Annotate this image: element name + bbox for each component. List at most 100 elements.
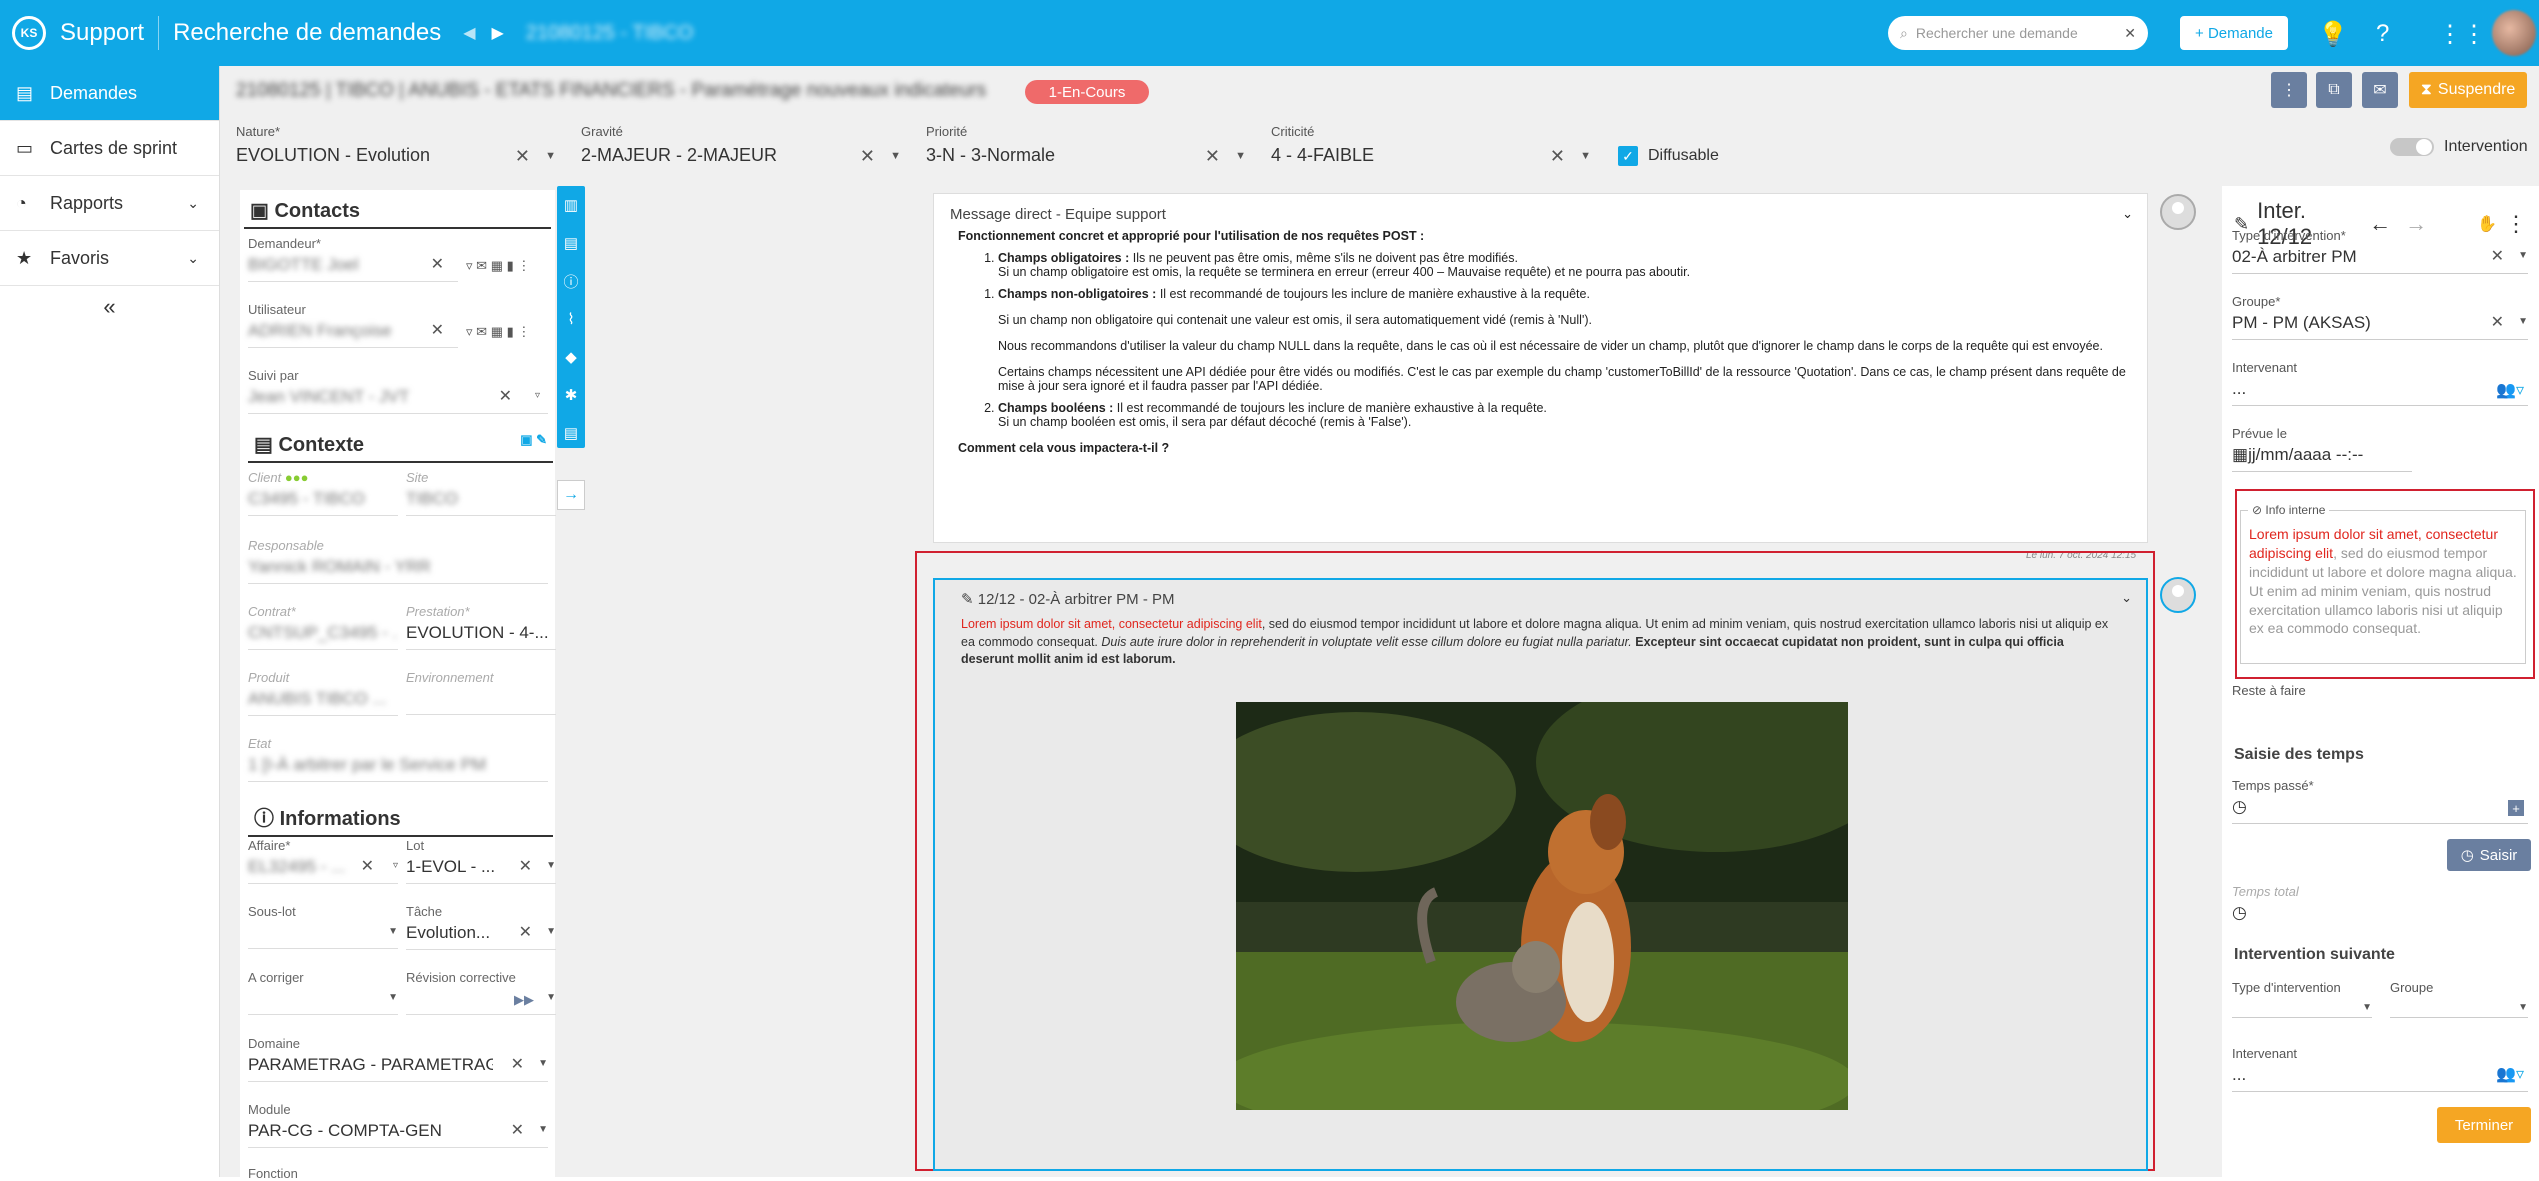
chevron-down-icon[interactable]: ⌄ [2121, 590, 2132, 606]
search-input[interactable]: ⌕ Rechercher une demande ✕ [1888, 16, 2148, 50]
checkbox-checked-icon[interactable]: ✓ [1618, 146, 1638, 166]
clear-icon[interactable]: ✕ [2491, 312, 2504, 332]
back-arrow-icon[interactable]: ◀ [463, 23, 475, 43]
info-icon[interactable]: ⓘ [557, 262, 585, 300]
app-title[interactable]: Support [60, 19, 144, 47]
groupe-field[interactable]: Groupe* PM - PM (AKSAS) ✕ ▼ [2232, 294, 2528, 340]
saisir-button[interactable]: ◷ Saisir [2447, 839, 2531, 871]
affaire-field[interactable]: Affaire* EL32495 - ... ✕ ▿ [248, 838, 398, 884]
clear-icon[interactable]: ✕ [1550, 146, 1565, 167]
sidebar-item-rapports[interactable]: ◔ Rapports ⌄ [0, 176, 219, 231]
more-icon[interactable]: ⋮ [517, 258, 530, 273]
dropdown-arrow-icon[interactable]: ▼ [538, 1058, 548, 1069]
priorite-field[interactable]: Priorité 3-N - 3-Normale ✕ ▼ [926, 124, 1250, 180]
clear-icon[interactable]: ✕ [511, 1120, 524, 1140]
criticite-field[interactable]: Criticité 4 - 4-FAIBLE ✕ ▼ [1271, 124, 1595, 180]
utilisateur-field[interactable]: Utilisateur ADRIEN Françoise ✕ [248, 302, 458, 348]
prevue-field[interactable]: Prévue le ▦jj/mm/aaaa --:-- [2232, 426, 2528, 472]
dropdown-arrow-icon[interactable]: ▼ [1235, 150, 1246, 162]
dropdown-arrow-icon[interactable]: ▼ [538, 1124, 548, 1135]
users-icon[interactable]: 👥▿ [2496, 1064, 2524, 1084]
asterisk-icon[interactable]: ✱ [557, 376, 585, 414]
more-options-button[interactable]: ⋮ [2271, 72, 2307, 108]
help-icon[interactable]: ? [2376, 20, 2389, 48]
domaine-field[interactable]: Domaine PARAMETRAG - PARAMETRAG... ✕ ▼ [248, 1036, 548, 1082]
lot-value[interactable]: 1-EVOL - ... [406, 857, 556, 877]
revision-field[interactable]: Révision corrective ▶▶ ▼ [406, 970, 556, 1015]
page-title[interactable]: Recherche de demandes [173, 19, 441, 47]
forward-arrow-icon[interactable]: ▶ [492, 23, 504, 43]
toggle-switch[interactable] [2390, 138, 2434, 156]
groupe-value[interactable]: PM - PM (AKSAS) [2232, 313, 2528, 333]
gravite-value[interactable]: 2-MAJEUR - 2-MAJEUR [581, 145, 905, 166]
clear-icon[interactable]: ✕ [431, 254, 444, 274]
delete-icon[interactable]: ▮ [507, 258, 514, 273]
type2-field[interactable]: Type d'intervention ▼ [2232, 980, 2372, 1018]
corriger-field[interactable]: A corriger ▼ [248, 970, 398, 1015]
temps-passe-field[interactable]: Temps passé* ◷ [2232, 778, 2528, 824]
copy-button[interactable]: ⧉ [2316, 72, 2352, 108]
dropdown-arrow-icon[interactable]: ▼ [2518, 1002, 2528, 1013]
dropdown-arrow-icon[interactable]: ▼ [388, 992, 398, 1003]
info-interne-textarea[interactable]: Lorem ipsum dolor sit amet, consectetur … [2240, 510, 2526, 664]
tag-icon[interactable]: ◆ [557, 338, 585, 376]
card-icon[interactable]: ▦ [491, 324, 503, 339]
clear-icon[interactable]: ✕ [511, 1054, 524, 1074]
apps-grid-icon[interactable]: ⋮⋮ [2438, 20, 2486, 49]
building-icon[interactable]: ▥ [557, 186, 585, 224]
affaire-value[interactable]: EL32495 - ... [248, 857, 398, 877]
clear-icon[interactable]: ✕ [1205, 146, 1220, 167]
demandeur-field[interactable]: Demandeur* BIGOTTE Joel ✕ [248, 236, 458, 282]
delete-icon[interactable]: ▮ [507, 324, 514, 339]
dropdown-arrow-icon[interactable]: ▼ [388, 926, 398, 937]
email-button[interactable]: ✉ [2362, 72, 2398, 108]
diffusable-checkbox[interactable]: ✓ Diffusable [1618, 146, 1719, 166]
checklist-icon[interactable]: ▤ [557, 414, 585, 452]
dropdown-arrow-icon[interactable]: ▼ [546, 860, 556, 871]
intervention-toggle[interactable]: Intervention [2390, 138, 2528, 156]
sidebar-item-demandes[interactable]: ▤ Demandes [0, 66, 219, 121]
demandeur-value[interactable]: BIGOTTE Joel [248, 255, 458, 275]
prevue-value[interactable]: ▦jj/mm/aaaa --:-- [2232, 445, 2528, 465]
clear-icon[interactable]: ✕ [431, 320, 444, 340]
intervenant2-field[interactable]: Intervenant... 👥▿ [2232, 1046, 2528, 1092]
reste-field[interactable]: Reste à faire [2232, 683, 2528, 698]
mail-icon[interactable]: ✉ [476, 258, 487, 273]
intervenant2-value[interactable]: ... [2232, 1065, 2528, 1085]
type-intervention-field[interactable]: Type d'intervention* 02-À arbitrer PM ✕ ▼ [2232, 228, 2528, 274]
domaine-value[interactable]: PARAMETRAG - PARAMETRAG... [248, 1055, 493, 1075]
clear-icon[interactable]: ✕ [519, 856, 532, 876]
dropdown-arrow-icon[interactable]: ▿ [393, 860, 398, 871]
intervenant-value[interactable]: ... [2232, 379, 2528, 399]
priorite-value[interactable]: 3-N - 3-Normale [926, 145, 1250, 166]
clear-icon[interactable]: ✕ [2491, 246, 2504, 266]
dropdown-arrow-icon[interactable]: ▼ [545, 150, 556, 162]
more-icon[interactable]: ⋮ [517, 324, 530, 339]
dropdown-arrow-icon[interactable]: ▿ [466, 324, 473, 339]
intervenant-field[interactable]: Intervenant... 👥▿ [2232, 360, 2528, 406]
utilisateur-value[interactable]: ADRIEN Françoise [248, 321, 458, 341]
add-time-icon[interactable]: + [2508, 800, 2524, 816]
fonction-field[interactable]: Fonction [248, 1166, 398, 1181]
dropdown-arrow-icon[interactable]: ▼ [546, 926, 556, 937]
suspend-button[interactable]: ⧗ Suspendre [2409, 72, 2527, 108]
gravite-field[interactable]: Gravité 2-MAJEUR - 2-MAJEUR ✕ ▼ [581, 124, 905, 180]
dropdown-arrow-icon[interactable]: ▼ [2362, 1002, 2372, 1013]
criticite-value[interactable]: 4 - 4-FAIBLE [1271, 145, 1595, 166]
new-request-button[interactable]: + Demande [2180, 16, 2288, 50]
clear-icon[interactable]: ✕ [361, 856, 374, 876]
edit-icon[interactable]: ▣ ✎ [520, 432, 547, 448]
attachment-icon[interactable]: ⌇ [557, 300, 585, 338]
dropdown-arrow-icon[interactable]: ▼ [890, 150, 901, 162]
groupe2-field[interactable]: Groupe ▼ [2390, 980, 2528, 1018]
tache-value[interactable]: Evolution... [406, 923, 556, 943]
lightbulb-icon[interactable]: 💡 [2318, 20, 2348, 49]
lot-field[interactable]: Lot 1-EVOL - ... ✕ ▼ [406, 838, 556, 884]
dropdown-arrow-icon[interactable]: ▿ [535, 390, 540, 401]
card-icon[interactable]: ▦ [491, 258, 503, 273]
module-value[interactable]: PAR-CG - COMPTA-GEN [248, 1121, 548, 1141]
fast-forward-icon[interactable]: ▶▶ [514, 992, 534, 1008]
mail-icon[interactable]: ✉ [476, 324, 487, 339]
souslot-field[interactable]: Sous-lot ▼ [248, 904, 398, 949]
dropdown-arrow-icon[interactable]: ▼ [2518, 316, 2528, 327]
